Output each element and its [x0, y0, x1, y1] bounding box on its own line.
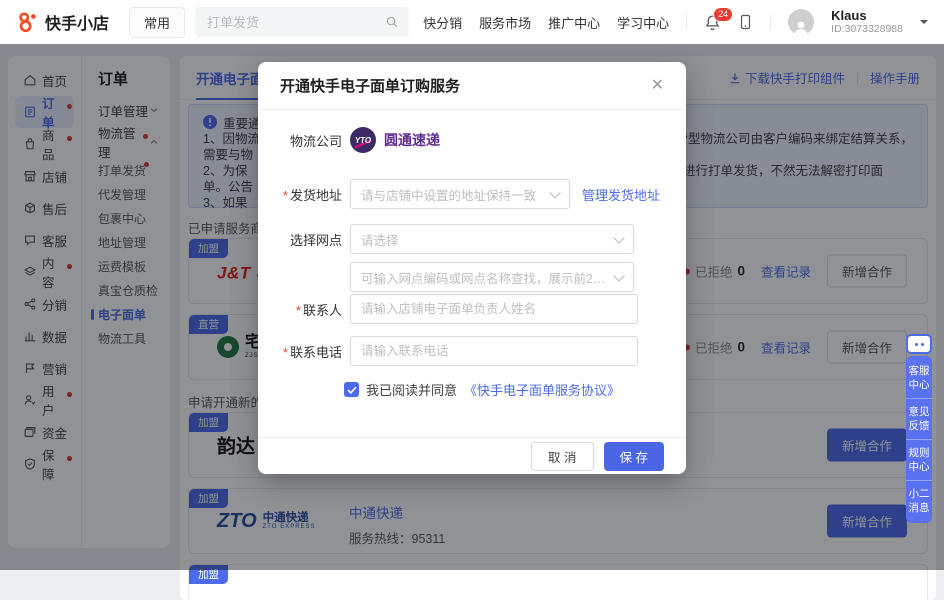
- close-icon[interactable]: ✕: [651, 78, 664, 94]
- chevron-down-icon: [549, 187, 560, 198]
- assistant-icon[interactable]: [906, 334, 932, 354]
- manage-address-link[interactable]: 管理发货地址: [582, 185, 660, 204]
- ship-address-select[interactable]: 请与店铺中设置的地址保持一致: [350, 179, 570, 209]
- float-item-feedback[interactable]: 意见反馈: [906, 398, 932, 439]
- float-item-rules-center[interactable]: 规则中心: [906, 439, 932, 480]
- global-search[interactable]: [195, 7, 409, 37]
- quick-menu-button[interactable]: 常用: [129, 7, 185, 38]
- phone-input[interactable]: [350, 336, 638, 366]
- phone-label: *联系电话: [258, 342, 342, 361]
- agreement-link[interactable]: 《快手电子面单服务协议》: [464, 380, 620, 399]
- nav-learning-center[interactable]: 学习中心: [617, 13, 669, 32]
- kuaishou-logo: [16, 11, 38, 33]
- app-title: 快手小店: [45, 10, 109, 34]
- ship-address-label: *发货地址: [258, 185, 342, 204]
- notification-count-badge: 24: [713, 7, 733, 22]
- yto-logo: YTO: [350, 127, 376, 153]
- user-name: Klaus: [831, 9, 903, 24]
- agreement-text: 我已阅读并同意: [366, 380, 457, 399]
- nav-service-market[interactable]: 服务市场: [479, 13, 531, 32]
- float-item-customer-service[interactable]: 客服中心: [906, 358, 932, 398]
- header-divider: [770, 15, 771, 29]
- cancel-button[interactable]: 取 消: [531, 442, 593, 471]
- nav-promotion-center[interactable]: 推广中心: [548, 13, 600, 32]
- header-divider: [686, 15, 687, 29]
- search-icon[interactable]: [385, 15, 399, 29]
- contact-input[interactable]: [350, 294, 638, 324]
- chevron-down-icon[interactable]: [920, 20, 928, 28]
- contact-label: *联系人: [258, 300, 342, 319]
- mobile-app-icon[interactable]: [738, 14, 753, 30]
- logistics-company-value: 圆通速递: [384, 130, 440, 150]
- agreement-checkbox[interactable]: [344, 382, 359, 397]
- user-info[interactable]: Klaus ID:3073328988: [831, 9, 903, 36]
- outlet-search-select[interactable]: 可输入网点编码或网点名称查找，展示前200个搜索结...: [350, 262, 634, 292]
- modal-title: 开通快手电子面单订购服务: [280, 75, 460, 96]
- search-input[interactable]: [205, 14, 385, 31]
- chevron-down-icon: [613, 232, 624, 243]
- logistics-company-label: 物流公司: [258, 131, 342, 150]
- outlet-select[interactable]: 请选择: [350, 224, 634, 254]
- user-id: ID:3073328988: [831, 23, 903, 35]
- float-item-xiaoer-message[interactable]: 小二消息: [906, 480, 932, 521]
- floating-helper-panel: 客服中心 意见反馈 规则中心 小二消息: [906, 334, 932, 523]
- open-ewaybill-modal: 开通快手电子面单订购服务 ✕ 物流公司 YTO 圆通速递 *发货地址 请与店铺中…: [258, 62, 686, 474]
- top-header: 快手小店 常用 快分销 服务市场 推广中心 学习中心 24: [0, 0, 944, 44]
- nav-kuaifenxiao[interactable]: 快分销: [423, 13, 462, 32]
- chevron-down-icon: [613, 270, 624, 281]
- avatar[interactable]: [788, 9, 814, 35]
- select-outlet-label: 选择网点: [258, 230, 342, 249]
- save-button[interactable]: 保 存: [604, 442, 664, 471]
- notification-bell-icon[interactable]: 24: [704, 14, 721, 31]
